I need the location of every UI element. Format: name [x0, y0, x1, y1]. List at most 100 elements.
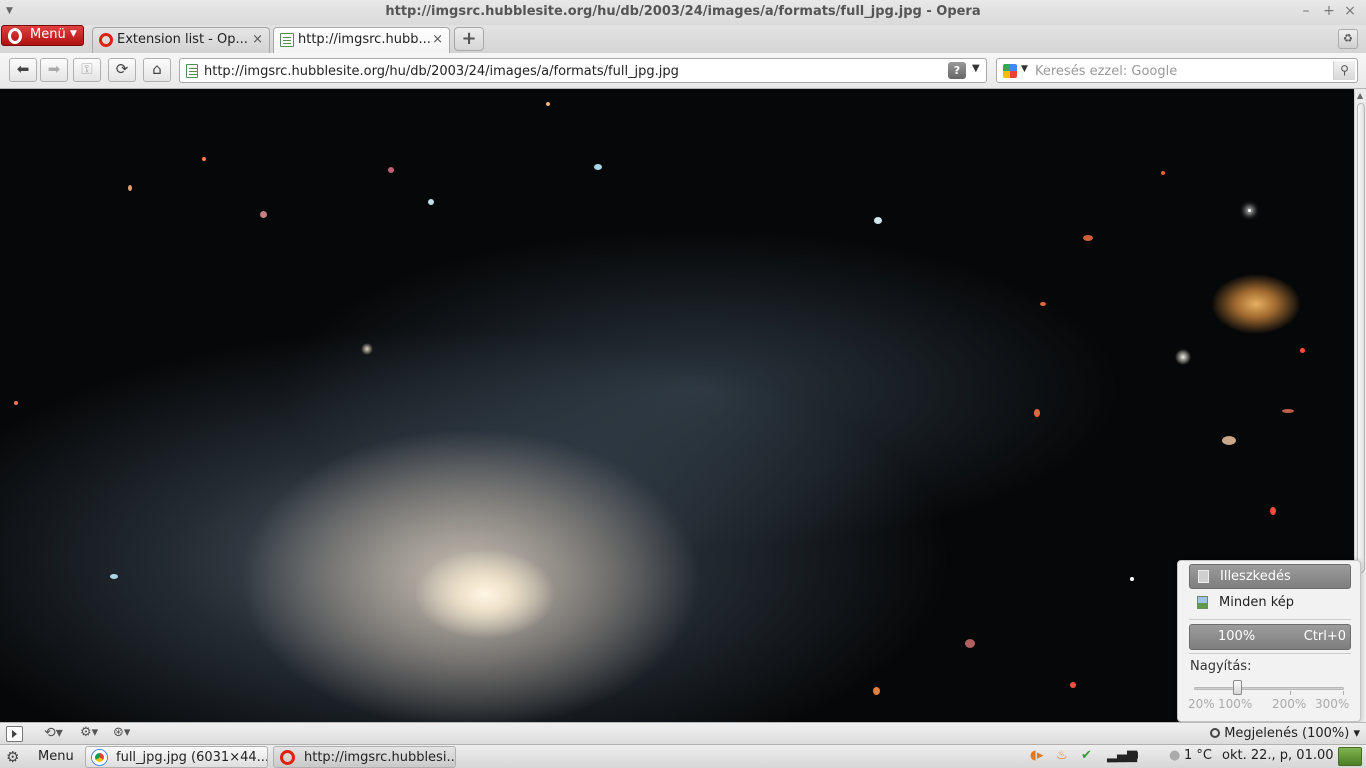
star [546, 102, 550, 106]
galaxy-image[interactable] [0, 89, 1354, 722]
panel-toggle-button[interactable] [6, 726, 23, 742]
close-window-button[interactable]: × [1342, 3, 1358, 19]
network-signal-icon[interactable]: ▂▄▆ [1107, 748, 1137, 766]
star [388, 167, 394, 173]
zoom-tick-label: 100% [1218, 697, 1253, 711]
image-icon [1197, 596, 1208, 609]
opera-logo-icon [8, 28, 22, 44]
tab-image[interactable]: http://imgsrc.hubb... × [273, 27, 450, 53]
reset-zoom-button[interactable]: 100% Ctrl+0 [1189, 624, 1351, 650]
zoom-popup: Illeszkedés Minden kép 100% Ctrl+0 Nagyí… [1177, 560, 1361, 722]
new-tab-button[interactable]: + [454, 27, 484, 51]
star [1034, 409, 1040, 417]
chevron-down-icon[interactable]: ▼ [1021, 64, 1028, 74]
address-bar[interactable]: ? ▼ [179, 58, 987, 83]
close-tab-icon[interactable]: × [252, 32, 263, 47]
zoom-tick-label: 20% [1188, 697, 1215, 711]
opera-menu-button[interactable]: Menü ▼ [1, 25, 84, 46]
task-label: full_jpg.jpg (6031×44... [116, 750, 268, 765]
fit-label: Illeszkedés [1220, 569, 1291, 584]
search-input[interactable] [1035, 62, 1325, 80]
page-icon [186, 64, 198, 78]
taskbar: ⚙ Menu full_jpg.jpg (6031×44... http://im… [0, 744, 1366, 768]
reset-zoom-shortcut: Ctrl+0 [1303, 629, 1346, 644]
forward-button[interactable]: ➡ [40, 58, 68, 82]
star [1300, 348, 1305, 353]
tab-extension-list[interactable]: Extension list - Op... × [92, 27, 270, 53]
fit-to-window-button[interactable]: Illeszkedés [1189, 564, 1351, 589]
zoom-slider[interactable] [1194, 687, 1344, 690]
task-opera[interactable]: http://imgsrc.hubblesi... [273, 746, 456, 768]
star [202, 157, 206, 161]
zoom-slider-handle[interactable] [1233, 680, 1242, 695]
clock[interactable]: okt. 22., p, 01.00 [1222, 748, 1334, 766]
chevron-down-icon: ▼ [70, 29, 77, 39]
chevron-down-icon[interactable]: ▼ [972, 63, 980, 74]
opera-icon [99, 33, 113, 47]
chrome-icon [92, 750, 107, 765]
minimize-button[interactable]: – [1298, 3, 1314, 19]
address-toolbar: ⬅ ➡ ⚿ ⟳ ⌂ ? ▼ ▼ ⚲ [0, 53, 1366, 89]
wand-key-button[interactable]: ⚿ [73, 58, 101, 82]
star [965, 639, 975, 648]
search-bar[interactable]: ▼ ⚲ [996, 58, 1358, 83]
show-desktop-button[interactable] [1338, 747, 1362, 766]
window-title: http://imgsrc.hubblesite.org/hu/db/2003/… [385, 4, 981, 19]
sync-icon[interactable]: ⟲▾ [44, 725, 63, 743]
star [1070, 682, 1076, 688]
url-input[interactable] [204, 62, 944, 80]
google-icon[interactable] [1003, 64, 1017, 78]
bulb-tray-icon[interactable]: ♨ [1056, 748, 1068, 766]
opera-menu-label: Menü [30, 27, 66, 42]
turbo-icon[interactable]: ⊛▾ [113, 725, 130, 743]
maximize-button[interactable]: + [1321, 3, 1337, 19]
star [428, 199, 434, 205]
zoom-tick-label: 200% [1272, 697, 1307, 711]
scrollbar-thumb[interactable] [1357, 103, 1365, 573]
unite-icon[interactable]: ⚙▾ [80, 725, 98, 743]
view-zoom-label: Megjelenés (100%) [1224, 726, 1350, 741]
tab-label: http://imgsrc.hubb... [298, 32, 431, 47]
star [1161, 171, 1165, 175]
zoom-icon [1210, 728, 1221, 738]
star [1083, 235, 1093, 241]
star [874, 217, 882, 224]
task-image-viewer[interactable]: full_jpg.jpg (6031×44... [85, 746, 268, 768]
search-icon[interactable]: ⚲ [1333, 61, 1355, 80]
temperature[interactable]: 1 °C [1184, 748, 1212, 766]
status-bar: ⟲▾ ⚙▾ ⊛▾ Megjelenés (100%) ▾ [0, 722, 1366, 744]
star [1222, 436, 1236, 445]
task-label: http://imgsrc.hubblesi... [304, 750, 456, 765]
slider-tick [1343, 691, 1344, 695]
view-zoom-button[interactable]: Megjelenés (100%) ▾ [1210, 726, 1360, 744]
weather-icon[interactable]: ● [1169, 748, 1180, 766]
window-titlebar: ▼ http://imgsrc.hubblesite.org/hu/db/200… [0, 0, 1366, 25]
page-icon [280, 33, 294, 47]
reload-button[interactable]: ⟳ [108, 58, 136, 82]
fit-icon [1198, 570, 1209, 583]
close-tab-icon[interactable]: × [432, 32, 443, 47]
divider [1189, 653, 1351, 654]
shield-tray-icon[interactable]: ✔ [1081, 748, 1092, 766]
star [110, 574, 118, 579]
back-button[interactable]: ⬅ [9, 58, 37, 82]
star [1270, 507, 1276, 515]
reset-zoom-value: 100% [1218, 629, 1256, 644]
star [594, 164, 602, 170]
star [873, 687, 880, 695]
start-menu-button[interactable]: ⚙ Menu [6, 748, 74, 766]
site-info-button[interactable]: ? [948, 62, 966, 79]
media-tray-icon[interactable]: ◖▸ [1030, 748, 1043, 766]
gear-icon: ⚙ [6, 748, 20, 766]
slider-tick [1290, 691, 1291, 695]
volume-icon[interactable]: 🔈︎ [1134, 748, 1142, 766]
all-images-button[interactable]: Minden kép [1189, 591, 1351, 616]
trash-icon[interactable]: ♻ [1338, 29, 1358, 49]
start-menu-label: Menu [38, 749, 74, 764]
home-button[interactable]: ⌂ [143, 58, 171, 82]
chevron-up-icon[interactable]: ▲ [1357, 91, 1363, 100]
star [14, 401, 18, 405]
zoom-label: Nagyítás: [1190, 659, 1252, 674]
divider [1189, 619, 1351, 620]
star [260, 211, 267, 218]
